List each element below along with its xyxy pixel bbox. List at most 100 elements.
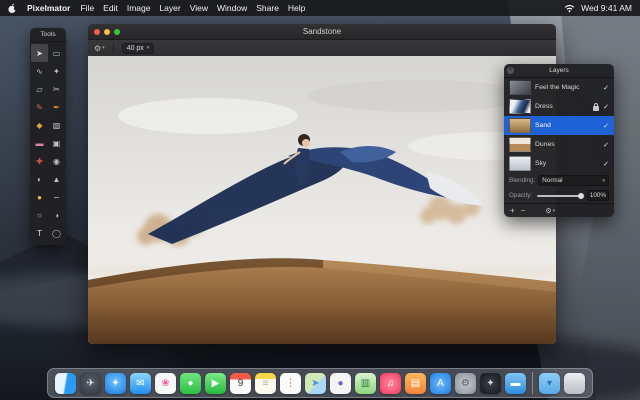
- pencil-tool[interactable]: ✎: [31, 98, 48, 116]
- magic-wand-tool[interactable]: ✦: [48, 62, 65, 80]
- sponge-tool[interactable]: ●: [31, 188, 48, 206]
- dock-icon-photos[interactable]: ❀: [155, 373, 176, 394]
- dock-icon-pixelmator[interactable]: ✦: [480, 373, 501, 394]
- move-tool[interactable]: ➤: [31, 44, 48, 62]
- canvas[interactable]: [88, 56, 556, 344]
- menubar-clock[interactable]: Wed 9:41 AM: [581, 3, 632, 13]
- menu-item-help[interactable]: Help: [288, 3, 305, 13]
- menu-item-share[interactable]: Share: [256, 3, 279, 13]
- menu-items: File Edit Image Layer View Window Share Help: [80, 3, 314, 13]
- opacity-slider-knob[interactable]: [578, 193, 584, 199]
- healing-tool-icon: ✚: [36, 157, 43, 166]
- add-layer-button[interactable]: +: [510, 206, 515, 215]
- dock-icon-ibooks[interactable]: ▤: [405, 373, 426, 394]
- gear-icon: ⚙: [94, 44, 101, 53]
- dock-icon-game-center[interactable]: ●: [330, 373, 351, 394]
- dock-icon-facetime[interactable]: ▶: [205, 373, 226, 394]
- menu-item-view[interactable]: View: [190, 3, 208, 13]
- tool-settings-button[interactable]: ⚙ ▾: [94, 44, 105, 53]
- dock-icon-trash[interactable]: [564, 373, 585, 394]
- healing-tool[interactable]: ✚: [31, 152, 48, 170]
- remove-layer-button[interactable]: −: [521, 206, 526, 215]
- gradient-tool[interactable]: ▧: [48, 116, 65, 134]
- dock-icon-messages[interactable]: ●: [180, 373, 201, 394]
- messages-icon: ●: [187, 378, 193, 389]
- layer-row-feel-the-magic[interactable]: Feel the Magic ✓: [504, 78, 614, 97]
- type-tool[interactable]: T: [31, 224, 48, 242]
- dock-icon-reminders[interactable]: ⋮: [280, 373, 301, 394]
- wifi-icon[interactable]: [564, 4, 575, 13]
- layer-visibility-check[interactable]: ✓: [603, 141, 609, 149]
- dock-icon-downloads[interactable]: ▾: [539, 373, 560, 394]
- dock-icon-notes[interactable]: ≡: [255, 373, 276, 394]
- minimize-window-button[interactable]: [104, 29, 110, 35]
- crop-tool-icon: ▱: [36, 85, 42, 94]
- layer-visibility-check[interactable]: ✓: [603, 84, 609, 92]
- dock-icon-calendar[interactable]: 9: [230, 373, 251, 394]
- dock-icon-launchpad[interactable]: ✈: [80, 373, 101, 394]
- dock-icon-finder[interactable]: [55, 373, 76, 394]
- itunes-icon: ♫: [387, 378, 395, 389]
- close-window-button[interactable]: [94, 29, 100, 35]
- brush-tool[interactable]: ✒: [48, 98, 65, 116]
- layer-row-dress[interactable]: Dress ✓: [504, 97, 614, 116]
- menu-item-image[interactable]: Image: [127, 3, 151, 13]
- layer-row-sand[interactable]: Sand✓: [504, 116, 614, 135]
- dock-icon-system-preferences[interactable]: ⚙: [455, 373, 476, 394]
- close-icon[interactable]: ✕: [507, 67, 514, 74]
- chevron-down-icon: ▾: [147, 45, 150, 51]
- dock-icon-keynote[interactable]: ▬: [505, 373, 526, 394]
- layer-row-sky[interactable]: Sky ✓: [504, 154, 614, 173]
- smudge-tool-icon: ∽: [53, 193, 60, 202]
- eraser-tool[interactable]: ▬: [31, 134, 48, 152]
- reminders-icon: ⋮: [286, 378, 296, 389]
- layer-visibility-check[interactable]: ✓: [603, 160, 609, 168]
- zoom-window-button[interactable]: [114, 29, 120, 35]
- dock-icon-numbers[interactable]: ▥: [355, 373, 376, 394]
- opacity-slider[interactable]: [537, 195, 582, 197]
- sharpen-tool[interactable]: ▲: [48, 170, 65, 188]
- window-titlebar[interactable]: Sandstone: [88, 24, 556, 40]
- layers-panel-header: ✕ Layers: [504, 64, 614, 78]
- dock-icon-app-store[interactable]: A: [430, 373, 451, 394]
- red-eye-tool[interactable]: ◉: [48, 152, 65, 170]
- lasso-tool[interactable]: ∿: [31, 62, 48, 80]
- brush-size-combo[interactable]: 40 px ▾: [122, 43, 155, 54]
- brush-size-value: 40 px: [127, 45, 144, 52]
- move-tool-icon: ➤: [36, 49, 43, 58]
- paint-bucket-tool[interactable]: ◆: [31, 116, 48, 134]
- layer-name: Dress: [535, 103, 589, 110]
- burn-tool[interactable]: ◑: [48, 206, 65, 224]
- apple-menu[interactable]: [8, 3, 17, 14]
- layer-name: Sky: [535, 160, 599, 167]
- sponge-tool-icon: ●: [37, 193, 42, 202]
- dock-divider: [532, 372, 533, 394]
- blur-tool[interactable]: ◐: [31, 170, 48, 188]
- dock-icon-mail[interactable]: ✉: [130, 373, 151, 394]
- menu-item-window[interactable]: Window: [217, 3, 247, 13]
- menu-item-edit[interactable]: Edit: [103, 3, 118, 13]
- layer-row-dunes[interactable]: Dunes✓: [504, 135, 614, 154]
- clone-stamp-tool[interactable]: ▣: [48, 134, 65, 152]
- shape-tool[interactable]: ◯: [48, 224, 65, 242]
- menu-item-file[interactable]: File: [80, 3, 94, 13]
- marquee-tool[interactable]: ▭: [48, 44, 65, 62]
- smudge-tool[interactable]: ∽: [48, 188, 65, 206]
- crop-tool[interactable]: ▱: [31, 80, 48, 98]
- layer-name: Feel the Magic: [535, 84, 599, 91]
- menu-item-layer[interactable]: Layer: [159, 3, 180, 13]
- brush-tool-icon: ✒: [53, 103, 60, 112]
- layer-list: Feel the Magic✓Dress✓Sand✓Dunes✓Sky✓: [504, 78, 614, 173]
- dock-icon-itunes[interactable]: ♫: [380, 373, 401, 394]
- type-tool-icon: T: [37, 229, 42, 238]
- slice-tool[interactable]: ✂: [48, 80, 65, 98]
- dock-icon-maps[interactable]: ➤: [305, 373, 326, 394]
- dock-icon-safari[interactable]: ✦: [105, 373, 126, 394]
- dodge-tool[interactable]: ○: [31, 206, 48, 224]
- layer-options-button[interactable]: ⚙ ▾: [545, 207, 555, 215]
- blending-dropdown[interactable]: Normal ▾: [538, 175, 609, 186]
- menu-app-name[interactable]: Pixelmator: [27, 3, 70, 13]
- layer-visibility-check[interactable]: ✓: [603, 103, 609, 111]
- facetime-icon: ▶: [212, 378, 220, 389]
- layer-visibility-check[interactable]: ✓: [603, 122, 609, 130]
